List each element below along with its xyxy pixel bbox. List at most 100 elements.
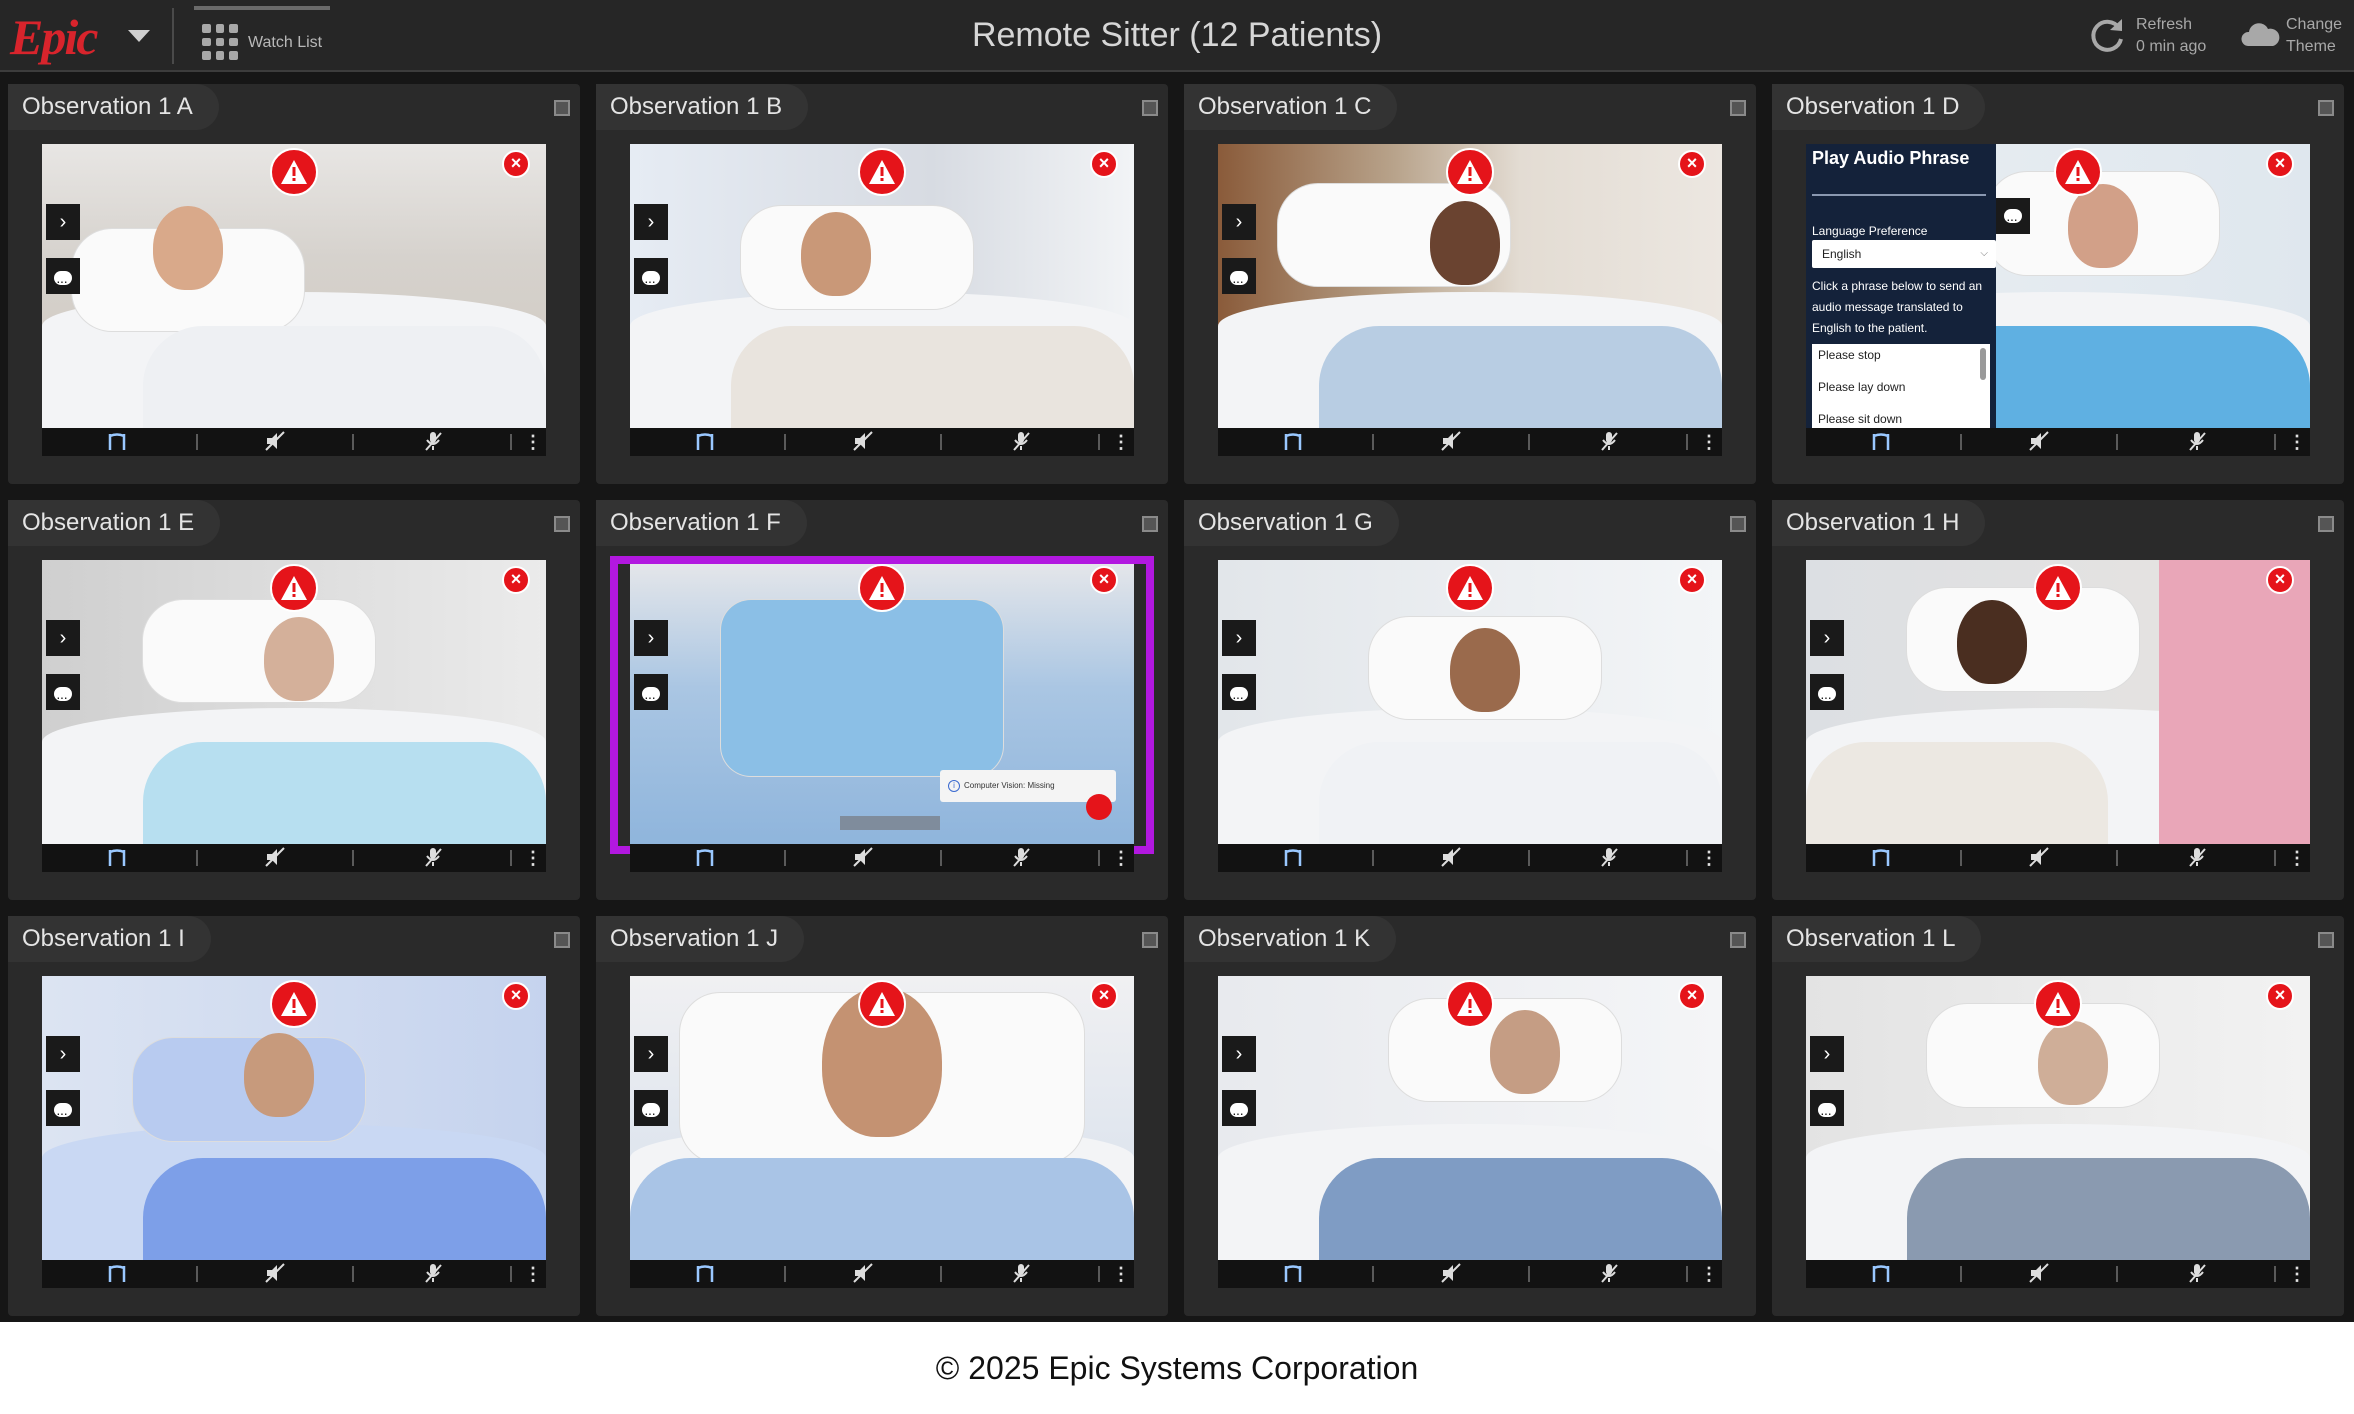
close-icon[interactable]: ×	[1678, 150, 1706, 178]
alert-icon[interactable]	[1446, 980, 1494, 1028]
microphone-muted-icon[interactable]	[1010, 430, 1032, 454]
refresh-button[interactable]: Refresh 0 min ago	[2086, 14, 2236, 62]
alert-icon[interactable]	[1446, 564, 1494, 612]
bed-rails-icon[interactable]	[1282, 846, 1304, 870]
speaker-muted-icon[interactable]	[852, 1262, 874, 1286]
bed-rails-icon[interactable]	[694, 430, 716, 454]
maximize-icon[interactable]	[1142, 932, 1158, 948]
close-icon[interactable]: ×	[1678, 982, 1706, 1010]
bed-rails-icon[interactable]	[1282, 430, 1304, 454]
maximize-icon[interactable]	[554, 100, 570, 116]
phrase-item[interactable]: Please sit down	[1812, 408, 1990, 428]
alert-icon[interactable]	[270, 564, 318, 612]
speaker-muted-icon[interactable]	[264, 1262, 286, 1286]
chat-icon[interactable]	[1996, 198, 2030, 237]
chat-icon[interactable]	[1810, 674, 1844, 715]
microphone-muted-icon[interactable]	[422, 846, 444, 870]
microphone-muted-icon[interactable]	[2186, 846, 2208, 870]
close-icon[interactable]: ×	[1090, 150, 1118, 178]
maximize-icon[interactable]	[1142, 100, 1158, 116]
microphone-muted-icon[interactable]	[1598, 1262, 1620, 1286]
language-select[interactable]: English ⌵	[1812, 240, 1996, 268]
more-options-icon[interactable]: ⋮	[1700, 430, 1718, 454]
chat-icon[interactable]	[634, 1090, 668, 1131]
phrase-item[interactable]: Please lay down	[1812, 376, 1990, 408]
maximize-icon[interactable]	[1730, 516, 1746, 532]
more-options-icon[interactable]: ⋮	[524, 1262, 542, 1286]
expand-panel-button[interactable]: ›	[46, 204, 80, 240]
close-icon[interactable]: ×	[1090, 982, 1118, 1010]
close-icon[interactable]: ×	[2266, 566, 2294, 594]
observation-tile[interactable]: Observation 1 C × › ⋮	[1184, 84, 1756, 484]
chat-icon[interactable]	[46, 258, 80, 299]
speaker-muted-icon[interactable]	[852, 430, 874, 454]
speaker-muted-icon[interactable]	[852, 846, 874, 870]
bed-rails-icon[interactable]	[694, 1262, 716, 1286]
expand-panel-button[interactable]: ›	[1222, 1036, 1256, 1072]
observation-tile[interactable]: Observation 1 I × › ⋮	[8, 916, 580, 1316]
chat-icon[interactable]	[46, 674, 80, 715]
bed-rails-icon[interactable]	[694, 846, 716, 870]
observation-tile[interactable]: Observation 1 H × › ⋮	[1772, 500, 2344, 900]
more-options-icon[interactable]: ⋮	[1112, 846, 1130, 870]
microphone-muted-icon[interactable]	[1598, 846, 1620, 870]
more-options-icon[interactable]: ⋮	[1112, 1262, 1130, 1286]
bed-rails-icon[interactable]	[1870, 1262, 1892, 1286]
chat-icon[interactable]	[46, 1090, 80, 1131]
alert-icon[interactable]	[270, 980, 318, 1028]
observation-tile[interactable]: Observation 1 F i Computer Vision: Missin…	[596, 500, 1168, 900]
close-icon[interactable]: ×	[2266, 150, 2294, 178]
chat-icon[interactable]	[634, 258, 668, 299]
maximize-icon[interactable]	[554, 932, 570, 948]
bed-rails-icon[interactable]	[1282, 1262, 1304, 1286]
chat-icon[interactable]	[1222, 1090, 1256, 1131]
expand-panel-button[interactable]: ›	[634, 620, 668, 656]
close-icon[interactable]: ×	[1090, 566, 1118, 594]
expand-panel-button[interactable]: ›	[1222, 620, 1256, 656]
close-icon[interactable]: ×	[2266, 982, 2294, 1010]
more-options-icon[interactable]: ⋮	[1700, 846, 1718, 870]
alert-icon[interactable]	[858, 564, 906, 612]
microphone-muted-icon[interactable]	[1010, 1262, 1032, 1286]
scrollbar[interactable]	[1980, 348, 1986, 380]
chat-icon[interactable]	[1222, 258, 1256, 299]
observation-tile[interactable]: Observation 1 D Play Audio Phrase Langua…	[1772, 84, 2344, 484]
maximize-icon[interactable]	[554, 516, 570, 532]
bed-rails-icon[interactable]	[1870, 430, 1892, 454]
microphone-muted-icon[interactable]	[2186, 1262, 2208, 1286]
more-options-icon[interactable]: ⋮	[1700, 1262, 1718, 1286]
expand-panel-button[interactable]: ›	[634, 204, 668, 240]
bed-rails-icon[interactable]	[106, 430, 128, 454]
alert-icon[interactable]	[858, 148, 906, 196]
maximize-icon[interactable]	[2318, 932, 2334, 948]
microphone-muted-icon[interactable]	[422, 430, 444, 454]
observation-tile[interactable]: Observation 1 L × › ⋮	[1772, 916, 2344, 1316]
speaker-muted-icon[interactable]	[2028, 430, 2050, 454]
microphone-muted-icon[interactable]	[1598, 430, 1620, 454]
phrase-item[interactable]: Please stop	[1812, 344, 1990, 376]
observation-tile[interactable]: Observation 1 A × › ⋮	[8, 84, 580, 484]
observation-tile[interactable]: Observation 1 J × › ⋮	[596, 916, 1168, 1316]
alert-icon[interactable]	[858, 980, 906, 1028]
more-options-icon[interactable]: ⋮	[2288, 430, 2306, 454]
microphone-muted-icon[interactable]	[422, 1262, 444, 1286]
maximize-icon[interactable]	[1142, 516, 1158, 532]
microphone-muted-icon[interactable]	[2186, 430, 2208, 454]
maximize-icon[interactable]	[2318, 100, 2334, 116]
speaker-muted-icon[interactable]	[1440, 430, 1462, 454]
more-options-icon[interactable]: ⋮	[524, 430, 542, 454]
speaker-muted-icon[interactable]	[2028, 1262, 2050, 1286]
alert-icon[interactable]	[270, 148, 318, 196]
expand-panel-button[interactable]: ›	[46, 1036, 80, 1072]
maximize-icon[interactable]	[1730, 100, 1746, 116]
alert-icon[interactable]	[1446, 148, 1494, 196]
more-options-icon[interactable]: ⋮	[2288, 1262, 2306, 1286]
chat-icon[interactable]	[634, 674, 668, 715]
chat-icon[interactable]	[1810, 1090, 1844, 1131]
observation-tile[interactable]: Observation 1 E × › ⋮	[8, 500, 580, 900]
more-options-icon[interactable]: ⋮	[524, 846, 542, 870]
close-icon[interactable]: ×	[1678, 566, 1706, 594]
expand-panel-button[interactable]: ›	[46, 620, 80, 656]
expand-panel-button[interactable]: ›	[634, 1036, 668, 1072]
speaker-muted-icon[interactable]	[2028, 846, 2050, 870]
